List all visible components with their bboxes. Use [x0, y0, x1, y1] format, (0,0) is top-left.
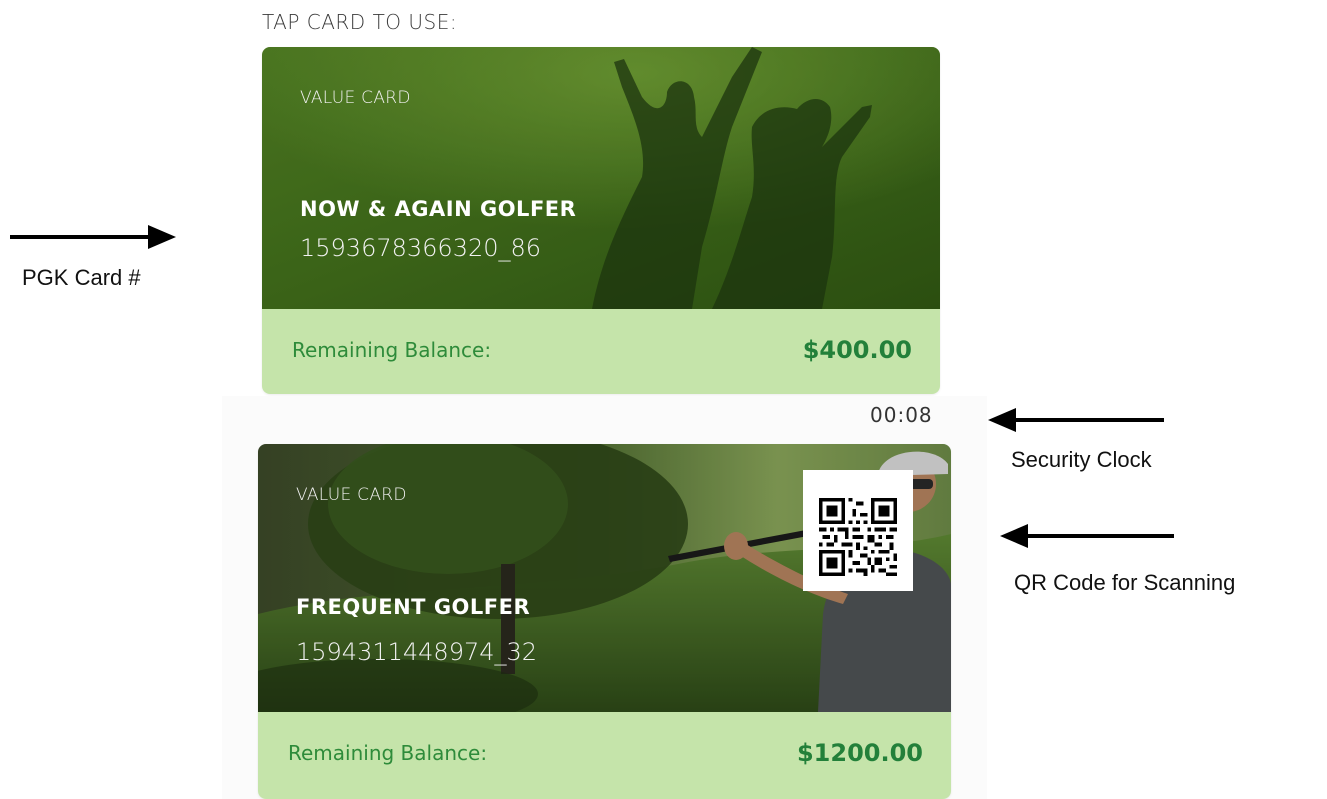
card-footer: Remaining Balance: $1200.00 [258, 712, 951, 799]
page-title: TAP CARD TO USE: [262, 10, 458, 34]
annotation-security-clock: Security Clock [1011, 447, 1152, 472]
balance-value: $400.00 [802, 336, 912, 364]
balance-label: Remaining Balance: [292, 338, 492, 362]
qr-code[interactable] [803, 470, 913, 591]
balance-label: Remaining Balance: [288, 741, 488, 765]
card-number: 1594311448974_32 [296, 638, 538, 666]
card-type-label: VALUE CARD [300, 88, 411, 108]
card-name: FREQUENT GOLFER [296, 595, 531, 619]
value-card-now-and-again[interactable]: VALUE CARD NOW & AGAIN GOLFER 1593678366… [262, 47, 940, 394]
qr-code-icon [819, 498, 897, 576]
arrow-left-icon [1000, 524, 1174, 548]
card-number: 1593678366320_86 [300, 234, 542, 262]
card-background-image [262, 47, 940, 309]
card-footer: Remaining Balance: $400.00 [262, 309, 940, 394]
card-name: NOW & AGAIN GOLFER [300, 197, 577, 221]
security-clock: 00:08 [870, 403, 933, 427]
annotation-qr-code: QR Code for Scanning [1014, 570, 1236, 595]
card-type-label: VALUE CARD [296, 485, 407, 505]
arrow-right-icon [10, 225, 176, 249]
balance-value: $1200.00 [796, 739, 923, 767]
annotation-card-number: PGK Card # [22, 265, 141, 290]
arrow-left-icon [988, 408, 1164, 432]
